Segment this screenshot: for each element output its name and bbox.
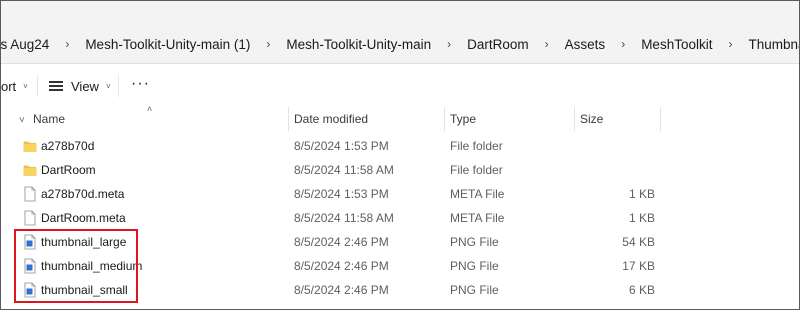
file-date-modified: 8/5/2024 2:46 PM <box>294 283 389 297</box>
file-date-modified: 8/5/2024 11:58 AM <box>294 163 394 177</box>
file-size: 17 KB <box>622 259 655 273</box>
breadcrumb-item-downloads[interactable]: ds Aug24 <box>1 37 49 52</box>
file-date-modified: 8/5/2024 11:58 AM <box>294 211 394 225</box>
file-size: 6 KB <box>628 283 655 297</box>
breadcrumb-item-mesh-toolkit-unity-main[interactable]: Mesh-Toolkit-Unity-main <box>286 37 431 52</box>
annotation-highlight-box <box>14 229 138 303</box>
file-type: PNG File <box>450 235 499 249</box>
file-type: PNG File <box>450 259 499 273</box>
file-row[interactable]: DartRoom.meta 8/5/2024 11:58 AM META Fil… <box>1 206 799 230</box>
chevron-right-icon[interactable]: › <box>712 37 748 51</box>
column-resize-handle[interactable] <box>660 107 661 131</box>
file-row[interactable]: a278b70d.meta 8/5/2024 1:53 PM META File… <box>1 182 799 206</box>
breadcrumb-item-mesh-toolkit-unity-main-1[interactable]: Mesh-Toolkit-Unity-main (1) <box>85 37 250 52</box>
file-date-modified: 8/5/2024 1:53 PM <box>294 187 389 201</box>
document-icon <box>24 186 36 202</box>
column-header-date-modified[interactable]: Date modified <box>294 112 368 126</box>
chevron-right-icon[interactable]: › <box>250 37 286 51</box>
column-resize-handle[interactable] <box>288 107 289 131</box>
file-name: DartRoom.meta <box>41 211 126 225</box>
view-button-label: View <box>71 78 99 94</box>
file-row[interactable]: a278b70d 8/5/2024 1:53 PM File folder <box>1 134 799 158</box>
sort-button-label: ort <box>1 78 17 94</box>
chevron-down-icon: ˅ <box>23 81 28 91</box>
chevron-right-icon[interactable]: › <box>49 37 85 51</box>
breadcrumb: ds Aug24 › Mesh-Toolkit-Unity-main (1) ›… <box>1 34 799 54</box>
sort-arrow-icon: ˅ <box>19 115 25 126</box>
column-header-type[interactable]: Type <box>450 112 476 126</box>
column-header-row: ˄ ˅ Name Date modified Type Size <box>1 104 799 131</box>
chevron-right-icon[interactable]: › <box>605 37 641 51</box>
breadcrumb-item-dartroom[interactable]: DartRoom <box>467 37 529 52</box>
file-date-modified: 8/5/2024 2:46 PM <box>294 259 389 273</box>
file-row[interactable]: DartRoom 8/5/2024 11:58 AM File folder <box>1 158 799 182</box>
chevron-down-icon: ˅ <box>105 81 111 91</box>
file-type: META File <box>450 187 505 201</box>
column-header-name-label: Name <box>33 112 66 126</box>
breadcrumb-item-thumbnails[interactable]: Thumbnails <box>748 37 799 52</box>
toolbar-divider <box>37 75 38 97</box>
chevron-right-icon[interactable]: › <box>529 37 565 51</box>
breadcrumb-item-assets[interactable]: Assets <box>565 37 606 52</box>
file-type: File folder <box>450 139 503 153</box>
file-explorer-window: ds Aug24 › Mesh-Toolkit-Unity-main (1) ›… <box>0 0 800 310</box>
file-name: a278b70d.meta <box>41 187 125 201</box>
file-name: DartRoom <box>41 163 96 177</box>
more-options-button[interactable]: ··· <box>131 75 150 93</box>
file-type: File folder <box>450 163 503 177</box>
list-view-icon <box>49 81 63 91</box>
document-icon <box>24 210 36 226</box>
file-type: META File <box>450 211 505 225</box>
file-date-modified: 8/5/2024 2:46 PM <box>294 235 389 249</box>
toolbar-divider <box>118 75 119 97</box>
file-size: 1 KB <box>628 211 655 225</box>
file-size: 1 KB <box>628 187 655 201</box>
file-size: 54 KB <box>622 235 655 249</box>
column-resize-handle[interactable] <box>444 107 445 131</box>
column-header-size[interactable]: Size <box>580 112 603 126</box>
folder-icon <box>23 165 37 176</box>
address-bar[interactable]: ds Aug24 › Mesh-Toolkit-Unity-main (1) ›… <box>1 1 799 64</box>
breadcrumb-item-meshtoolkit[interactable]: MeshToolkit <box>641 37 712 52</box>
view-button[interactable]: View ˅ <box>49 77 111 95</box>
sort-button[interactable]: ort ˅ <box>1 77 28 95</box>
command-bar: ort ˅ View ˅ ··· <box>1 65 799 107</box>
column-resize-handle[interactable] <box>574 107 575 131</box>
file-date-modified: 8/5/2024 1:53 PM <box>294 139 389 153</box>
column-header-name[interactable]: ˅ Name <box>19 112 65 126</box>
file-type: PNG File <box>450 283 499 297</box>
sort-ascending-icon: ˄ <box>147 104 153 114</box>
folder-icon <box>23 141 37 152</box>
file-name: a278b70d <box>41 139 95 153</box>
chevron-right-icon[interactable]: › <box>431 37 467 51</box>
